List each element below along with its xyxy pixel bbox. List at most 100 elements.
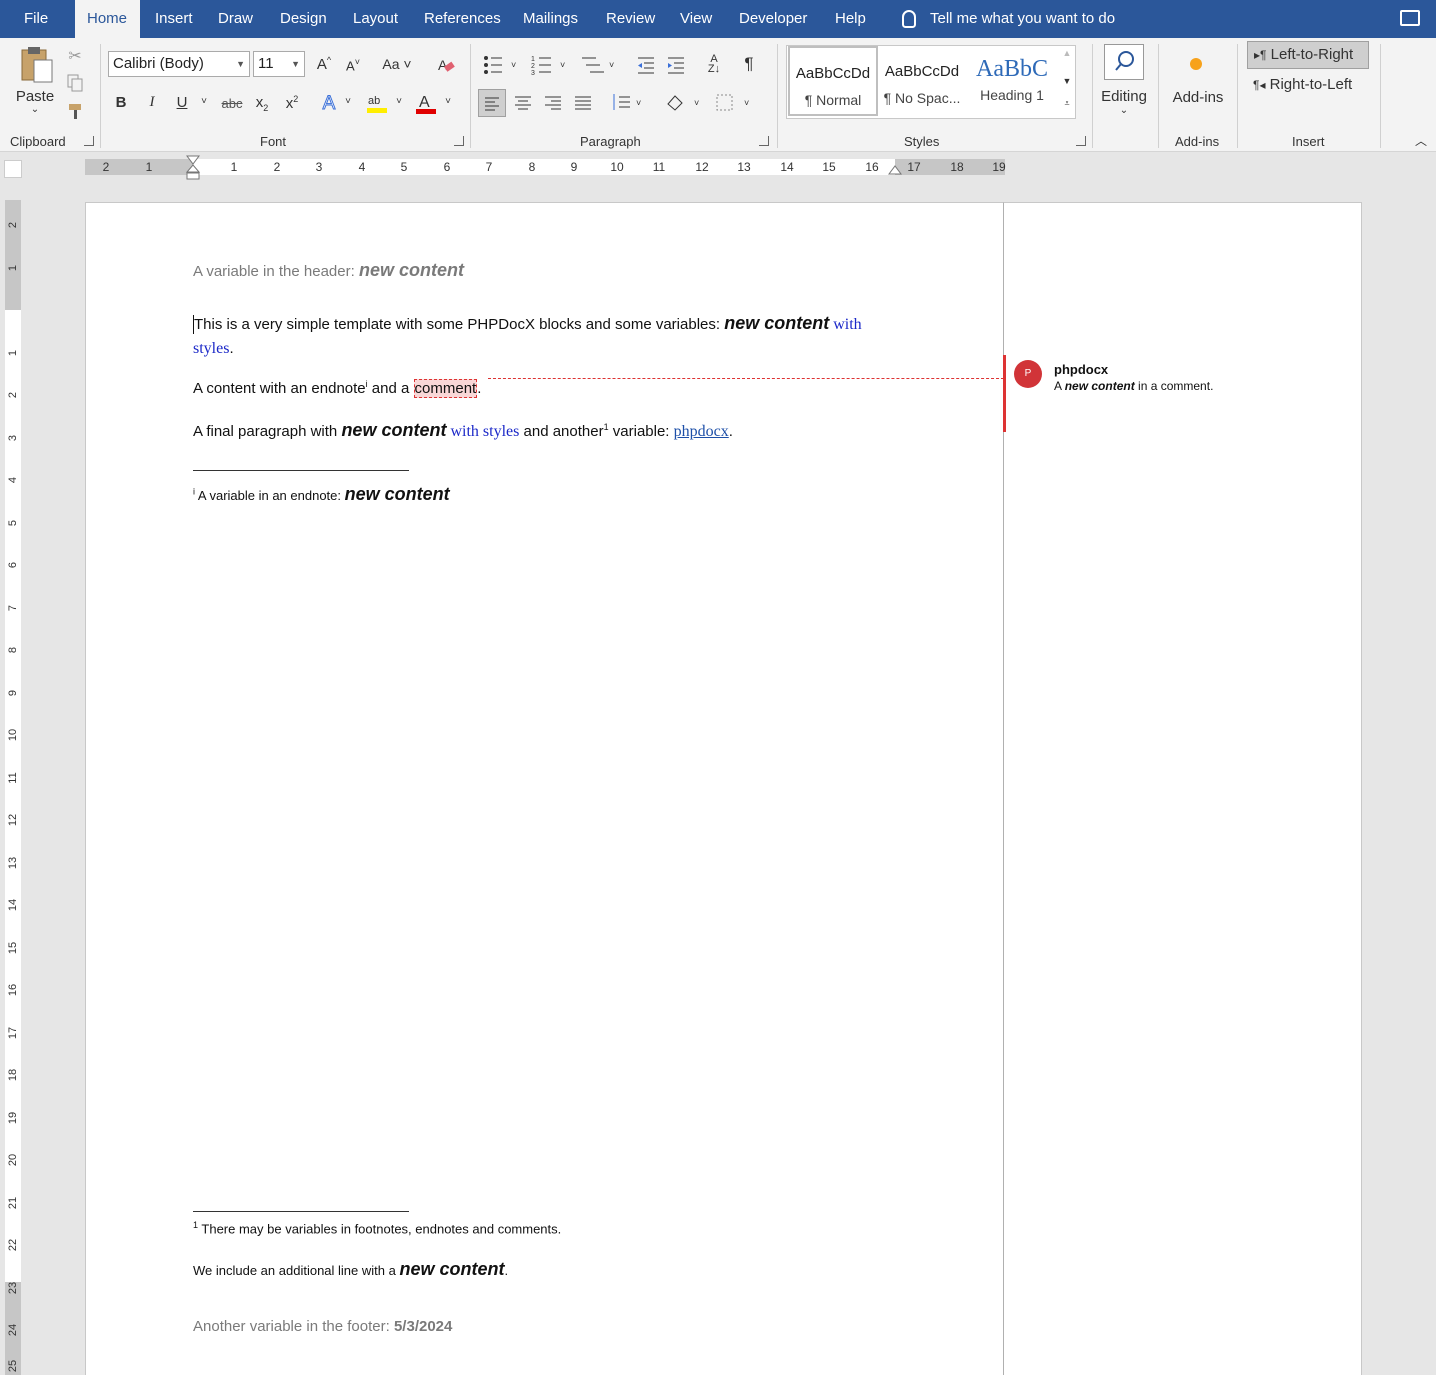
horizontal-ruler[interactable]: 2 1 1 2 3 4 5 6 7 8 9 10 11 12 13 14 15 … (85, 155, 1006, 180)
styles-launcher-icon[interactable] (1076, 136, 1086, 146)
clear-formatting-icon[interactable]: A (436, 55, 456, 75)
paste-button[interactable]: Paste (12, 88, 58, 105)
header-variable: new content (358, 260, 464, 280)
phpdocx-link[interactable]: phpdocx (674, 423, 729, 440)
styles-more-icon[interactable]: ⩡ (1059, 98, 1075, 109)
menu-mailings[interactable]: Mailings (511, 0, 590, 38)
paragraph-1[interactable]: This is a very simple template with some… (194, 313, 862, 334)
styles-scroll-down-icon[interactable]: ▼ (1059, 76, 1075, 86)
avatar[interactable]: P (1014, 360, 1042, 388)
sort-icon[interactable]: A Z↓ (704, 54, 724, 75)
p1-end: . (229, 340, 234, 357)
right-to-left-button[interactable]: ¶◂ Right-to-Left (1247, 72, 1369, 98)
menu-view[interactable]: View (668, 0, 724, 38)
text-effects-chevron-icon[interactable]: ˅ (342, 96, 354, 107)
font-launcher-icon[interactable] (454, 136, 464, 146)
increase-indent-icon[interactable] (666, 55, 686, 75)
shrink-font-icon[interactable]: A˅ (343, 57, 363, 73)
superscript-icon[interactable]: x2 (282, 94, 302, 112)
justify-icon[interactable] (572, 90, 594, 114)
menu-developer[interactable]: Developer (727, 0, 819, 38)
decrease-indent-icon[interactable] (636, 55, 656, 75)
subscript-icon[interactable]: x2 (252, 94, 272, 113)
borders-icon[interactable]: ˅ (714, 90, 754, 114)
paste-icon[interactable] (20, 46, 54, 84)
menu-home[interactable]: Home (75, 0, 140, 38)
ruler-number: 4 (7, 476, 19, 484)
style-normal[interactable]: AaBbCcDd ¶ Normal (788, 46, 878, 116)
page-footer[interactable]: Another variable in the footer: 5/3/2024 (193, 1318, 452, 1335)
paragraph-2[interactable]: A content with an endnotei and a comment… (193, 379, 481, 398)
font-size-combo[interactable]: 11 ▼ (253, 51, 305, 77)
pilcrow-icon[interactable]: ¶ (740, 54, 758, 74)
font-color-chevron-icon[interactable]: ˅ (442, 96, 454, 107)
line-spacing-icon[interactable]: ˅ (610, 90, 650, 114)
p3-text: A final paragraph with (193, 423, 342, 440)
paragraph-launcher-icon[interactable] (759, 136, 769, 146)
align-right-icon[interactable] (542, 90, 564, 114)
right-indent-marker-icon[interactable] (888, 163, 902, 175)
change-case-button[interactable]: Aa ˅ (380, 56, 414, 72)
underline-chevron-icon[interactable]: ˅ (198, 96, 210, 107)
menu-file[interactable]: File (12, 0, 60, 38)
shading-icon[interactable]: ˅ (664, 90, 704, 114)
menu-design[interactable]: Design (268, 0, 339, 38)
menu-help[interactable]: Help (823, 0, 878, 38)
italic-icon[interactable]: I (144, 94, 160, 111)
left-to-right-button[interactable]: ▸¶ Left-to-Right (1247, 41, 1369, 69)
editing-button[interactable]: Editing (1094, 88, 1154, 105)
paragraph-3[interactable]: A final paragraph with new content with … (193, 420, 733, 441)
menu-insert[interactable]: Insert (143, 0, 205, 38)
text-effects-icon[interactable]: A (318, 93, 340, 115)
footnote-line-2[interactable]: We include an additional line with a new… (193, 1259, 508, 1280)
tell-me-search[interactable]: Tell me what you want to do (900, 0, 1115, 38)
ruler-number: 15 (7, 941, 19, 955)
ruler-number: 4 (358, 160, 366, 174)
menu-layout[interactable]: Layout (341, 0, 410, 38)
numbering-icon[interactable]: 1 2 3 ˅ (531, 54, 571, 77)
collapse-ribbon-icon[interactable]: ︿ (1413, 132, 1429, 149)
paragraph-1-line-2[interactable]: styles. (193, 340, 234, 358)
ruler-number: 16 (865, 160, 879, 174)
menu-review[interactable]: Review (594, 0, 667, 38)
style-no-spacing[interactable]: AaBbCcDd ¶ No Spac... (877, 46, 967, 116)
styles-scroll-up-icon[interactable]: ▲ (1059, 48, 1075, 58)
format-painter-icon[interactable] (66, 102, 84, 120)
indent-marker-icon[interactable] (186, 155, 200, 183)
align-center-icon[interactable] (512, 90, 534, 114)
endnote[interactable]: i A variable in an endnote: new content (193, 484, 450, 505)
strikethrough-icon[interactable]: abc (220, 96, 244, 111)
highlight-chevron-icon[interactable]: ˅ (393, 96, 405, 107)
footnote[interactable]: 1 There may be variables in footnotes, e… (193, 1220, 561, 1236)
editing-chevron-icon[interactable]: ⌄ (1116, 105, 1132, 116)
bullets-icon[interactable]: ˅ (482, 54, 522, 76)
font-color-icon[interactable]: A (415, 92, 437, 116)
font-name-combo[interactable]: Calibri (Body) ▼ (108, 51, 250, 77)
ruler-number: 22 (7, 1238, 19, 1252)
ruler-number: 6 (7, 561, 19, 569)
grow-font-icon[interactable]: A^ (314, 55, 334, 73)
align-left-icon[interactable] (478, 89, 506, 117)
highlight-icon[interactable]: ab (366, 92, 388, 116)
comment-body[interactable]: A new content in a comment. (1054, 379, 1213, 393)
copy-icon[interactable] (66, 74, 84, 92)
comments-icon[interactable] (1400, 10, 1420, 26)
header-text: A variable in the header: (193, 263, 359, 280)
paste-chevron-icon[interactable]: ⌄ (27, 104, 43, 115)
menu-references[interactable]: References (412, 0, 513, 38)
addins-icon[interactable] (1190, 58, 1202, 70)
style-heading-1[interactable]: AaBbC Heading 1 (967, 46, 1057, 116)
addins-button[interactable]: Add-ins (1166, 89, 1230, 106)
menu-draw[interactable]: Draw (206, 0, 265, 38)
page-header[interactable]: A variable in the header: new content (193, 260, 464, 281)
multilevel-list-icon[interactable]: ˅ (580, 54, 620, 76)
cut-icon[interactable]: ✂ (66, 46, 84, 66)
bold-icon[interactable]: B (113, 94, 129, 111)
underline-icon[interactable]: U (173, 94, 191, 111)
search-icon[interactable] (1104, 44, 1144, 80)
p2-mid: and a (367, 380, 414, 397)
vertical-ruler[interactable]: 2 1 1 2 3 4 5 6 7 8 9 10 11 12 13 14 15 … (5, 200, 21, 1375)
commented-text[interactable]: comment (413, 379, 478, 398)
tab-selector-icon[interactable] (4, 160, 22, 178)
clipboard-launcher-icon[interactable] (84, 136, 94, 146)
